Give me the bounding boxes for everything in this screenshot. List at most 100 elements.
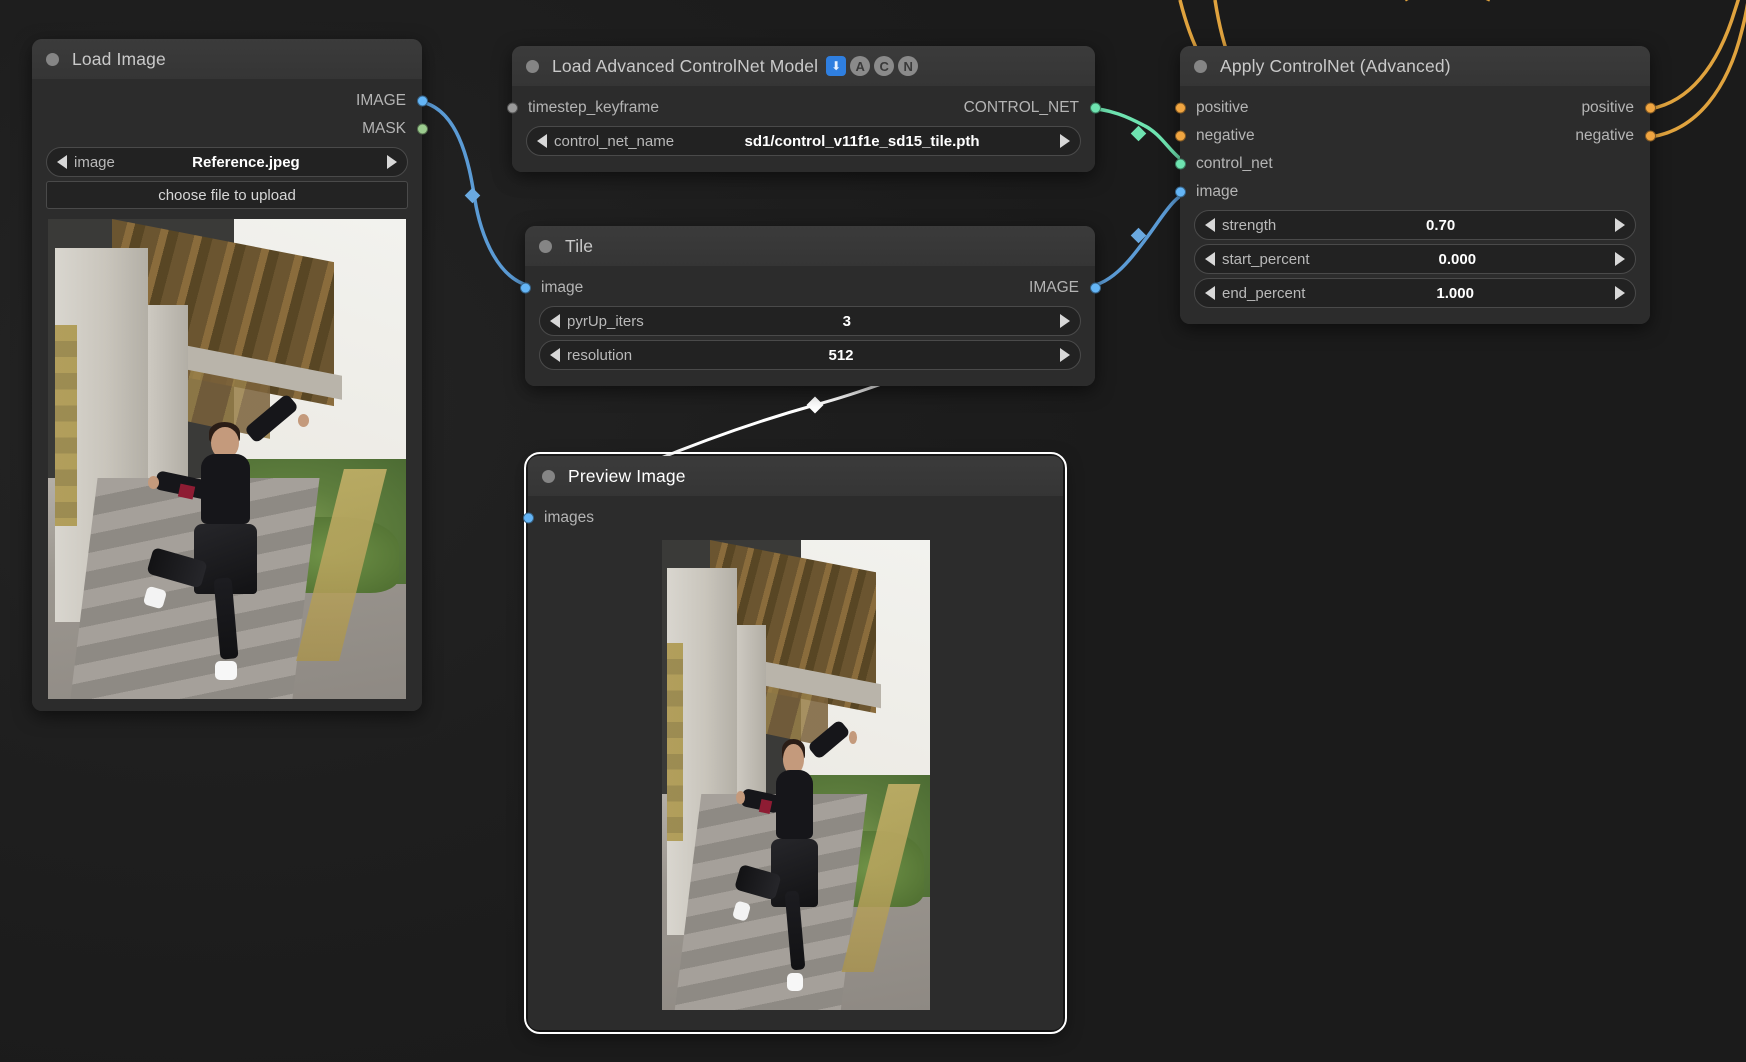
- input-label: image: [1196, 183, 1238, 201]
- node-titlebar[interactable]: Load Advanced ControlNet Model ⬇ A C N: [512, 46, 1095, 86]
- chevron-right-icon[interactable]: [1615, 252, 1625, 266]
- output-label: MASK: [362, 120, 406, 138]
- slot-control-net[interactable]: control_net: [1180, 150, 1650, 178]
- socket-timestep-keyframe-in[interactable]: [507, 103, 518, 114]
- socket-images-in[interactable]: [523, 513, 534, 524]
- chevron-left-icon[interactable]: [1205, 252, 1215, 266]
- widget-label: strength: [1222, 217, 1276, 234]
- chevron-left-icon[interactable]: [550, 314, 560, 328]
- widget-control-net-name[interactable]: control_net_name sd1/control_v11f1e_sd15…: [526, 126, 1081, 156]
- widget-value: 0.000: [1439, 251, 1487, 268]
- widget-start-percent[interactable]: start_percent 0.000: [1194, 244, 1636, 274]
- widget-label: control_net_name: [554, 133, 674, 150]
- widget-pyrup-iters[interactable]: pyrUp_iters 3: [539, 306, 1081, 336]
- collapse-dot-icon[interactable]: [539, 240, 552, 253]
- output-label: CONTROL_NET: [964, 99, 1079, 117]
- slot-image[interactable]: image: [1180, 178, 1650, 206]
- output-label: negative: [1575, 127, 1634, 145]
- node-load-advanced-controlnet-model[interactable]: Load Advanced ControlNet Model ⬇ A C N t…: [512, 46, 1095, 172]
- badge-a-icon[interactable]: A: [850, 56, 870, 76]
- chevron-right-icon[interactable]: [1060, 348, 1070, 362]
- widget-resolution[interactable]: resolution 512: [539, 340, 1081, 370]
- input-label: control_net: [1196, 155, 1273, 173]
- slot-image[interactable]: image IMAGE: [525, 274, 1095, 302]
- output-label: IMAGE: [1029, 279, 1079, 297]
- widget-label: resolution: [567, 347, 632, 364]
- widget-value: sd1/control_v11f1e_sd15_tile.pth: [744, 133, 989, 150]
- socket-image-in[interactable]: [1175, 187, 1186, 198]
- input-label: timestep_keyframe: [528, 99, 659, 117]
- node-apply-controlnet-advanced[interactable]: Apply ControlNet (Advanced) positive pos…: [1180, 46, 1650, 324]
- socket-negative-out[interactable]: [1645, 131, 1656, 142]
- widget-end-percent[interactable]: end_percent 1.000: [1194, 278, 1636, 308]
- widget-label: image: [74, 154, 115, 171]
- input-label: negative: [1196, 127, 1255, 145]
- widget-label: end_percent: [1222, 285, 1305, 302]
- node-titlebar[interactable]: Apply ControlNet (Advanced): [1180, 46, 1650, 86]
- slot-negative[interactable]: negative negative: [1180, 122, 1650, 150]
- node-body: positive positive negative negative cont…: [1180, 86, 1650, 324]
- node-badges: ⬇ A C N: [826, 56, 918, 76]
- socket-positive-in[interactable]: [1175, 103, 1186, 114]
- widget-value: 512: [829, 347, 864, 364]
- socket-mask-out[interactable]: [417, 124, 428, 135]
- collapse-dot-icon[interactable]: [526, 60, 539, 73]
- socket-image-in[interactable]: [520, 283, 531, 294]
- node-title: Preview Image: [568, 466, 686, 487]
- node-body: image IMAGE pyrUp_iters 3 resolution 512: [525, 266, 1095, 386]
- badge-c-icon[interactable]: C: [874, 56, 894, 76]
- node-title: Load Advanced ControlNet Model: [552, 56, 818, 77]
- socket-image-out[interactable]: [1090, 283, 1101, 294]
- widget-value: 0.70: [1426, 217, 1465, 234]
- widget-image[interactable]: image Reference.jpeg: [46, 147, 408, 177]
- chevron-left-icon[interactable]: [1205, 286, 1215, 300]
- widget-value: Reference.jpeg: [192, 154, 310, 171]
- slot-timestep-keyframe[interactable]: timestep_keyframe CONTROL_NET: [512, 94, 1095, 122]
- chevron-right-icon[interactable]: [1060, 134, 1070, 148]
- output-slot-image[interactable]: IMAGE: [32, 87, 422, 115]
- widget-strength[interactable]: strength 0.70: [1194, 210, 1636, 240]
- widget-label: pyrUp_iters: [567, 313, 644, 330]
- output-label: positive: [1581, 99, 1634, 117]
- output-slot-mask[interactable]: MASK: [32, 115, 422, 143]
- chevron-right-icon[interactable]: [387, 155, 397, 169]
- collapse-dot-icon[interactable]: [542, 470, 555, 483]
- node-title: Load Image: [72, 49, 166, 70]
- node-preview-image[interactable]: Preview Image images: [528, 456, 1063, 1030]
- widget-label: start_percent: [1222, 251, 1310, 268]
- widget-value: 3: [843, 313, 861, 330]
- output-label: IMAGE: [356, 92, 406, 110]
- collapse-dot-icon[interactable]: [46, 53, 59, 66]
- node-titlebar[interactable]: Tile: [525, 226, 1095, 266]
- socket-positive-out[interactable]: [1645, 103, 1656, 114]
- widget-value: 1.000: [1436, 285, 1484, 302]
- collapse-dot-icon[interactable]: [1194, 60, 1207, 73]
- socket-negative-in[interactable]: [1175, 131, 1186, 142]
- upload-file-button[interactable]: choose file to upload: [46, 181, 408, 209]
- socket-image-out[interactable]: [417, 96, 428, 107]
- socket-control-net-in[interactable]: [1175, 159, 1186, 170]
- input-label: images: [544, 509, 594, 527]
- node-titlebar[interactable]: Load Image: [32, 39, 422, 79]
- chevron-left-icon[interactable]: [550, 348, 560, 362]
- input-label: image: [541, 279, 583, 297]
- node-body: IMAGE MASK image Reference.jpeg choose f…: [32, 79, 422, 711]
- node-title: Tile: [565, 236, 593, 257]
- chevron-right-icon[interactable]: [1615, 218, 1625, 232]
- slot-images[interactable]: images: [528, 504, 1063, 532]
- chevron-right-icon[interactable]: [1615, 286, 1625, 300]
- node-title: Apply ControlNet (Advanced): [1220, 56, 1451, 77]
- slot-positive[interactable]: positive positive: [1180, 94, 1650, 122]
- input-label: positive: [1196, 99, 1249, 117]
- node-graph-canvas[interactable]: Load Image IMAGE MASK image Reference.jp…: [0, 0, 1746, 1062]
- chevron-left-icon[interactable]: [537, 134, 547, 148]
- node-titlebar[interactable]: Preview Image: [528, 456, 1063, 496]
- download-badge-icon[interactable]: ⬇: [826, 56, 846, 76]
- badge-n-icon[interactable]: N: [898, 56, 918, 76]
- node-load-image[interactable]: Load Image IMAGE MASK image Reference.jp…: [32, 39, 422, 711]
- node-tile[interactable]: Tile image IMAGE pyrUp_iters 3 resolutio…: [525, 226, 1095, 386]
- chevron-right-icon[interactable]: [1060, 314, 1070, 328]
- chevron-left-icon[interactable]: [57, 155, 67, 169]
- socket-control-net-out[interactable]: [1090, 103, 1101, 114]
- chevron-left-icon[interactable]: [1205, 218, 1215, 232]
